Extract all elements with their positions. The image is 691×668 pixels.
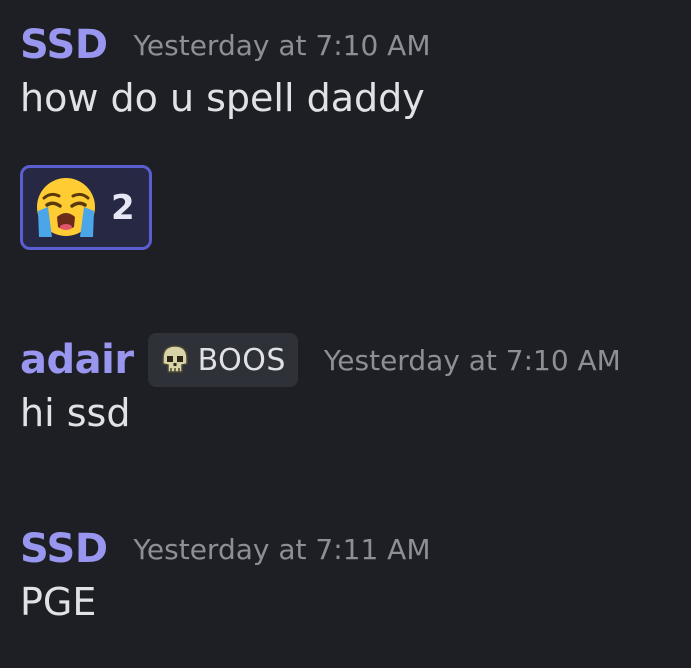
tag-label: BOOS (197, 342, 286, 378)
user-tag[interactable]: BOOS (147, 333, 298, 387)
timestamp[interactable]: Yesterday at 7:10 AM (134, 29, 431, 62)
author-name[interactable]: SSD (20, 526, 108, 572)
reaction-count: 2 (111, 187, 135, 228)
skull-icon (161, 345, 188, 373)
timestamp[interactable]: Yesterday at 7:10 AM (324, 344, 621, 377)
loudly-crying-face-icon (37, 177, 95, 237)
message-header: adair BOOS Yesterday at 7:10 AM (20, 333, 671, 387)
message: SSD Yesterday at 7:10 AM how do u spell … (20, 20, 671, 122)
message-text: PGE (20, 580, 97, 624)
timestamp[interactable]: Yesterday at 7:11 AM (134, 533, 431, 566)
author-name[interactable]: adair (20, 337, 134, 383)
message-header: SSD Yesterday at 7:11 AM (20, 524, 671, 574)
message-text: hi ssd (20, 391, 131, 435)
message: adair BOOS Yesterday at 7:10 AM hi ssd (20, 333, 671, 437)
message: SSD Yesterday at 7:11 AM PGE (20, 524, 671, 626)
reaction-button[interactable]: 2 (20, 165, 152, 250)
message-text: how do u spell daddy (20, 76, 425, 120)
message-header: SSD Yesterday at 7:10 AM (20, 20, 671, 70)
author-name[interactable]: SSD (20, 22, 108, 68)
